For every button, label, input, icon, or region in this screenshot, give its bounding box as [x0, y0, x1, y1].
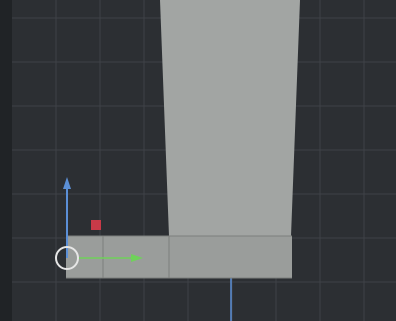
viewport-left-edge	[0, 0, 12, 321]
mesh-upper-face[interactable]	[160, 0, 300, 236]
red-square-handle-icon[interactable]	[91, 220, 101, 230]
3d-viewport[interactable]	[0, 0, 396, 321]
mesh-bottom-face[interactable]	[66, 236, 292, 278]
viewport-canvas[interactable]	[0, 0, 396, 321]
